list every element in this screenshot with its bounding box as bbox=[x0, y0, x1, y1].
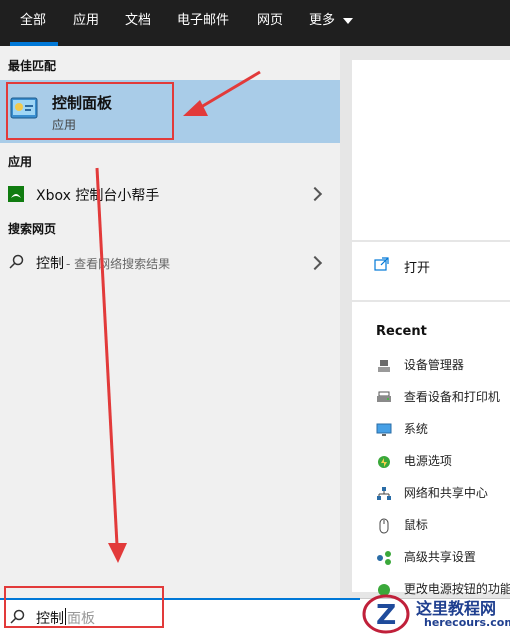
watermark-logo-icon: Z bbox=[362, 594, 410, 634]
annotation-arrows bbox=[95, 70, 261, 563]
watermark: Z 这里教程网 herecours.com bbox=[362, 592, 510, 635]
watermark-letter: Z bbox=[376, 598, 396, 631]
watermark-url: herecours.com bbox=[424, 616, 510, 629]
